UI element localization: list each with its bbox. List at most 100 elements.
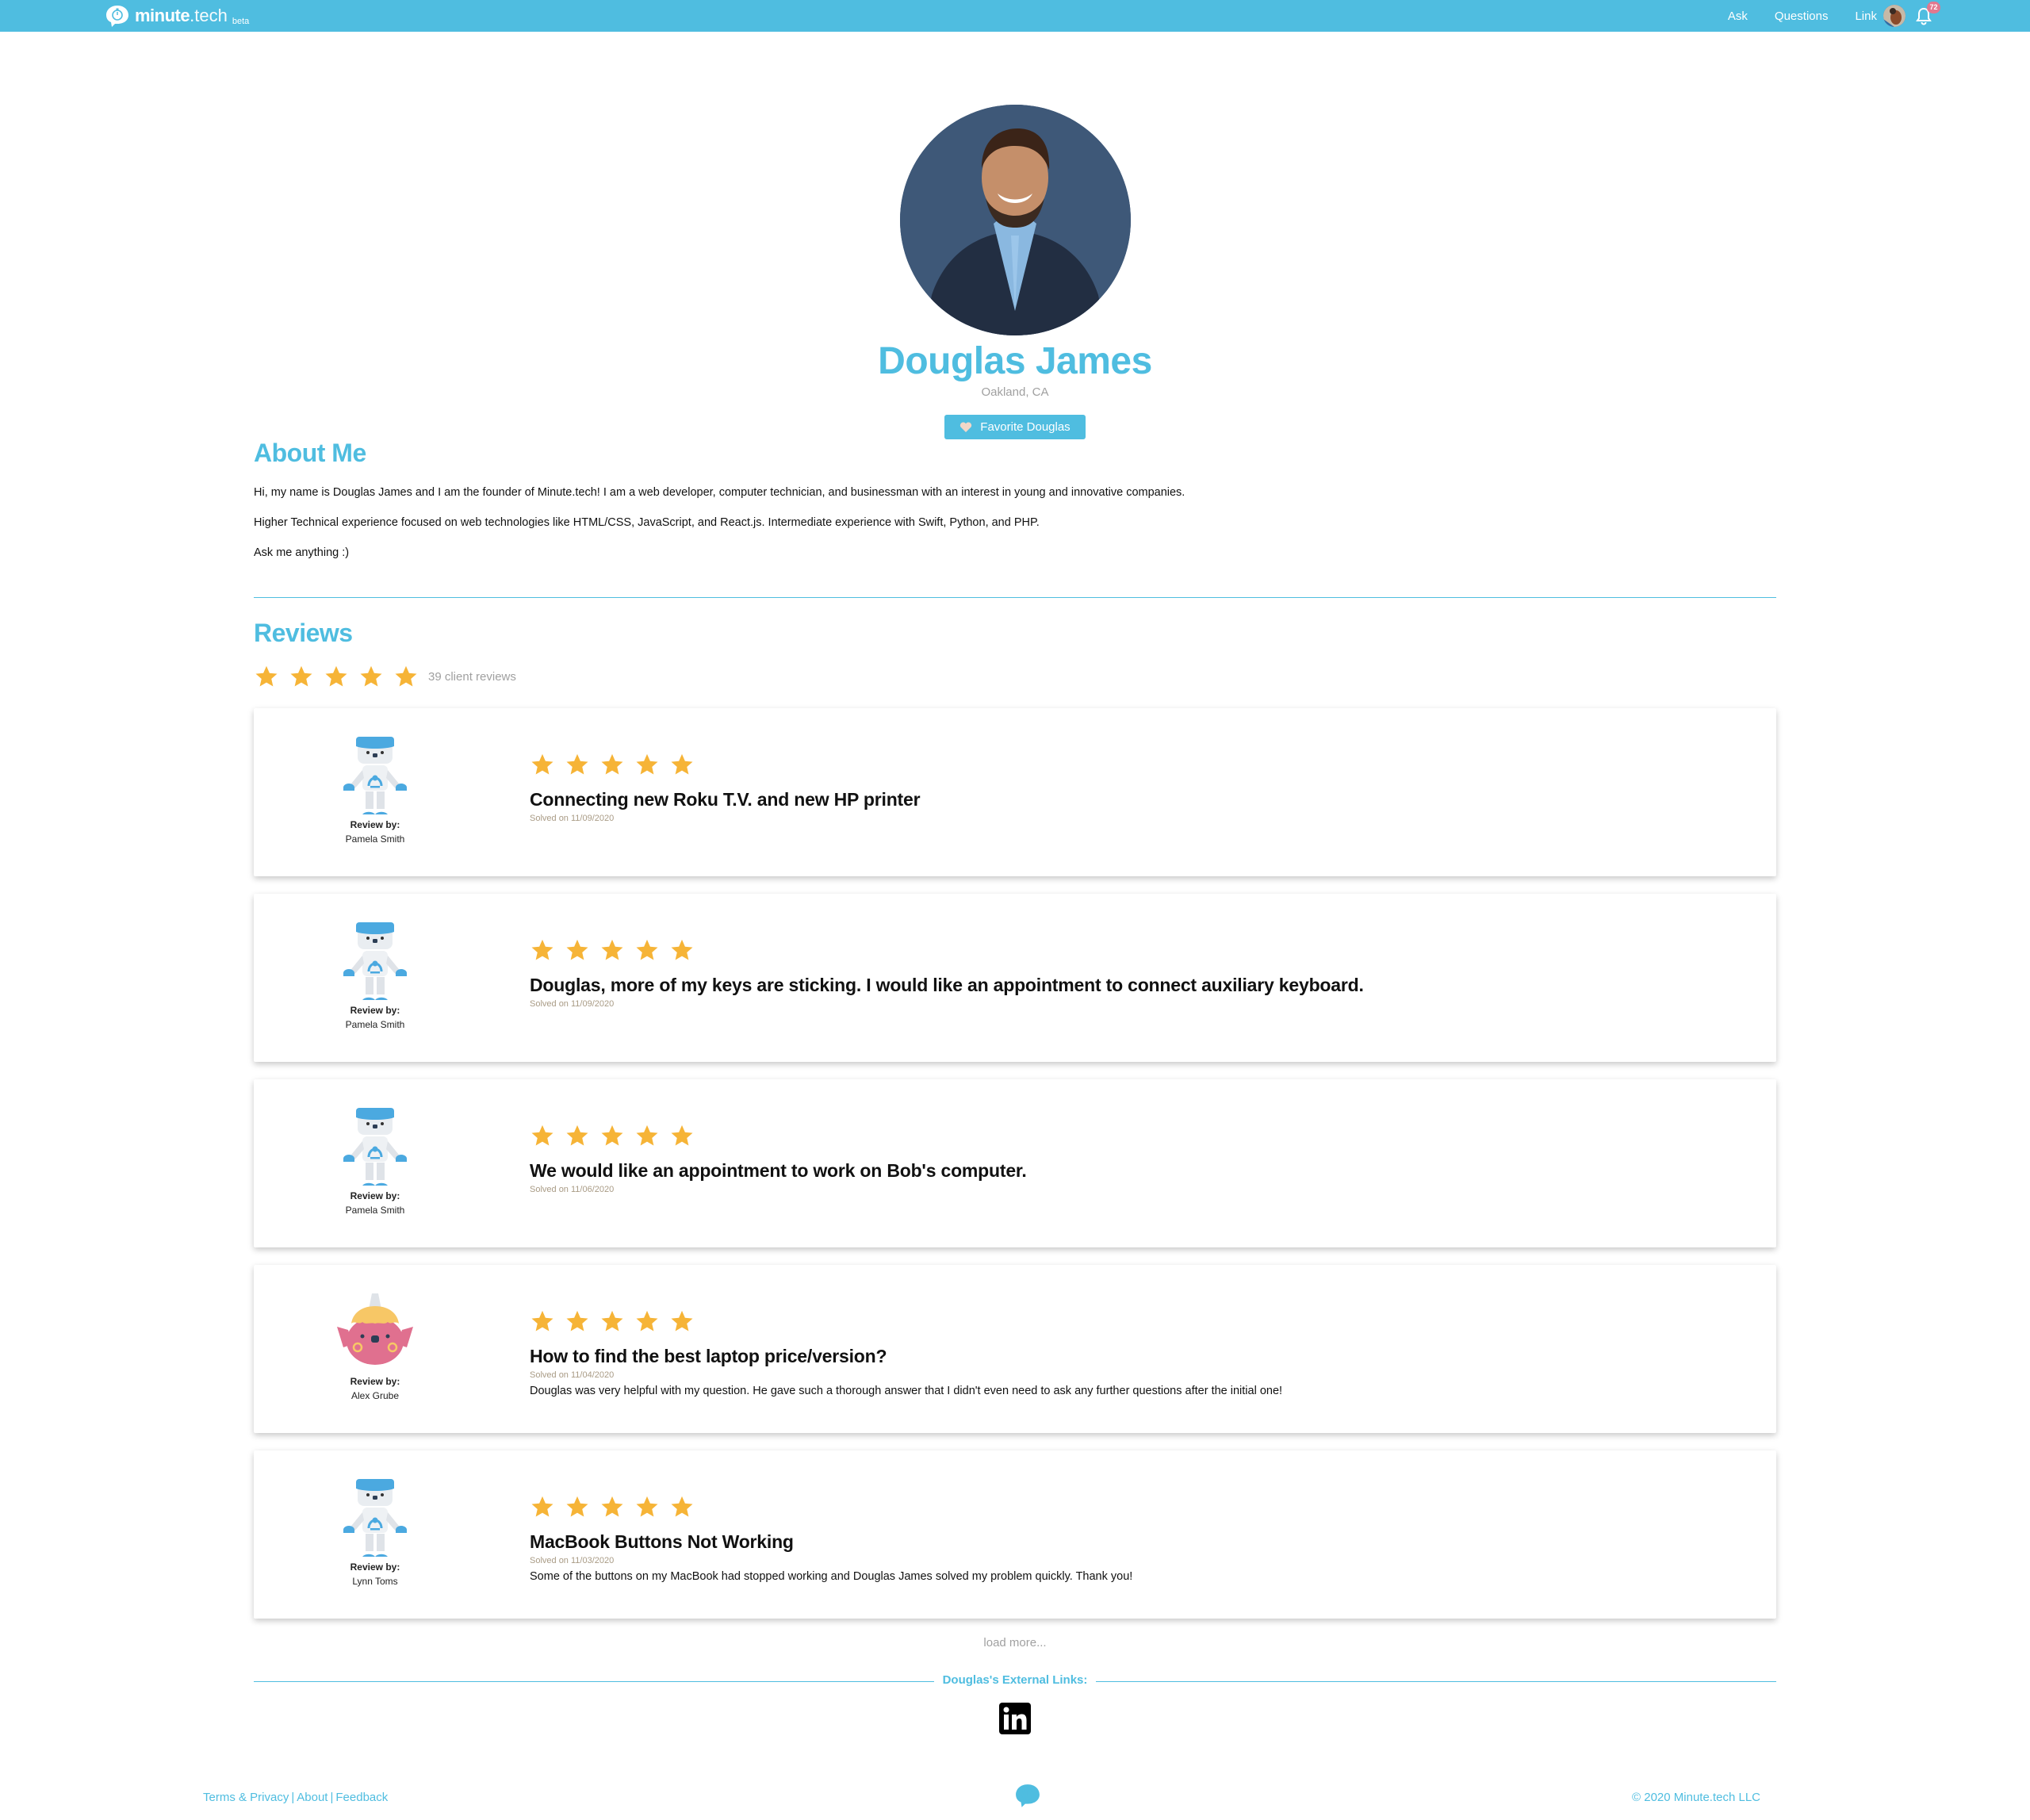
review-star-rating bbox=[530, 753, 1745, 778]
footer-separator: | bbox=[330, 1791, 334, 1804]
review-card[interactable]: Review by: Alex Grube How to find the be… bbox=[254, 1265, 1776, 1433]
review-card[interactable]: Review by: Pamela Smith Douglas, more of… bbox=[254, 894, 1776, 1062]
review-count: 39 client reviews bbox=[428, 669, 516, 684]
review-title[interactable]: We would like an appointment to work on … bbox=[530, 1160, 1745, 1182]
robot-avatar bbox=[335, 735, 415, 818]
review-by-label: Review by: bbox=[350, 1005, 400, 1016]
review-card[interactable]: Review by: Pamela Smith Connecting new R… bbox=[254, 708, 1776, 876]
robot-avatar bbox=[335, 1106, 415, 1189]
footer-terms-link[interactable]: Terms & Privacy bbox=[203, 1791, 289, 1804]
review-by-label: Review by: bbox=[350, 1376, 400, 1387]
review-title[interactable]: Douglas, more of my keys are sticking. I… bbox=[530, 975, 1745, 996]
star-icon bbox=[669, 753, 695, 776]
profile-photo bbox=[900, 105, 1131, 335]
external-links-heading: Douglas's External Links: bbox=[942, 1673, 1088, 1687]
review-date: Solved on 11/04/2020 bbox=[530, 1370, 615, 1380]
reviews-heading: Reviews bbox=[254, 619, 353, 647]
reviewer-name: Lynn Toms bbox=[352, 1576, 398, 1587]
footer-feedback-link[interactable]: Feedback bbox=[335, 1791, 388, 1804]
user-avatar-image bbox=[1883, 5, 1906, 27]
reviewer-name: Pamela Smith bbox=[345, 833, 405, 845]
star-icon bbox=[530, 938, 555, 962]
star-icon bbox=[634, 1309, 660, 1333]
notification-count-badge: 72 bbox=[1927, 2, 1940, 13]
reviewer-name: Pamela Smith bbox=[345, 1205, 405, 1216]
brain-stopwatch-icon bbox=[105, 4, 130, 28]
star-icon bbox=[393, 665, 419, 688]
review-date: Solved on 11/06/2020 bbox=[530, 1185, 615, 1194]
star-icon bbox=[669, 1309, 695, 1333]
footer-about-link[interactable]: About bbox=[297, 1791, 327, 1804]
star-icon bbox=[324, 665, 349, 688]
star-icon bbox=[634, 1495, 660, 1519]
brand-beta-tag: beta bbox=[232, 17, 250, 26]
review-body: Connecting new Roku T.V. and new HP prin… bbox=[530, 753, 1745, 823]
footer-logo-icon[interactable] bbox=[1013, 1783, 1042, 1808]
brand-logo-link[interactable]: minute .tech beta bbox=[105, 3, 249, 29]
star-icon bbox=[599, 1309, 625, 1333]
star-icon bbox=[530, 1124, 555, 1148]
robot-avatar bbox=[335, 921, 415, 1003]
reviewer-name: Pamela Smith bbox=[345, 1019, 405, 1030]
review-body: We would like an appointment to work on … bbox=[530, 1124, 1745, 1194]
reviewer: Review by: Pamela Smith bbox=[333, 921, 417, 1030]
profile-location: Oakland, CA bbox=[981, 385, 1049, 399]
footer-separator: | bbox=[291, 1791, 295, 1804]
about-heading: About Me bbox=[254, 439, 366, 467]
review-title[interactable]: MacBook Buttons Not Working bbox=[530, 1531, 1745, 1553]
review-star-rating bbox=[530, 1124, 1745, 1149]
profile-name: Douglas James bbox=[878, 340, 1152, 382]
profile-photo-image bbox=[900, 105, 1131, 335]
star-icon bbox=[634, 753, 660, 776]
review-card[interactable]: Review by: Lynn Toms MacBook Buttons Not… bbox=[254, 1450, 1776, 1619]
star-icon bbox=[565, 1495, 590, 1519]
heart-icon bbox=[960, 421, 972, 432]
review-title[interactable]: How to find the best laptop price/versio… bbox=[530, 1346, 1745, 1367]
review-body: MacBook Buttons Not Working Solved on 11… bbox=[530, 1495, 1745, 1583]
review-by-label: Review by: bbox=[350, 1561, 400, 1573]
reviewer: Review by: Alex Grube bbox=[333, 1292, 417, 1401]
review-star-rating bbox=[530, 1495, 1745, 1520]
linkedin-icon bbox=[999, 1703, 1031, 1734]
top-navbar: minute .tech beta Ask Questions Link 72 bbox=[0, 0, 2030, 32]
review-date: Solved on 11/09/2020 bbox=[530, 814, 615, 823]
review-body: Douglas, more of my keys are sticking. I… bbox=[530, 938, 1745, 1009]
favorite-button[interactable]: Favorite Douglas bbox=[944, 415, 1086, 439]
star-icon bbox=[565, 753, 590, 776]
nav-links: Ask Questions Link 72 bbox=[1728, 0, 2030, 32]
reviewer: Review by: Pamela Smith bbox=[333, 1106, 417, 1216]
star-icon bbox=[530, 1309, 555, 1333]
star-icon bbox=[358, 665, 384, 688]
about-paragraph: Hi, my name is Douglas James and I am th… bbox=[254, 486, 1185, 499]
star-icon bbox=[565, 1124, 590, 1148]
footer-links: Terms & Privacy | About | Feedback bbox=[203, 1791, 388, 1804]
review-star-rating bbox=[530, 938, 1745, 964]
user-avatar[interactable] bbox=[1883, 5, 1906, 27]
brand-name-light: .tech bbox=[190, 6, 228, 25]
review-title[interactable]: Connecting new Roku T.V. and new HP prin… bbox=[530, 789, 1745, 810]
load-more-link[interactable]: load more... bbox=[0, 1636, 2030, 1649]
review-star-rating bbox=[530, 1309, 1745, 1335]
nav-questions-link[interactable]: Questions bbox=[1775, 10, 1829, 23]
review-by-label: Review by: bbox=[350, 1190, 400, 1201]
nav-ask-link[interactable]: Ask bbox=[1728, 10, 1748, 23]
favorite-button-label: Favorite Douglas bbox=[980, 420, 1071, 434]
star-icon bbox=[599, 753, 625, 776]
pink-monster-avatar bbox=[335, 1292, 415, 1374]
star-icon bbox=[565, 1309, 590, 1333]
star-icon bbox=[254, 665, 279, 688]
star-icon bbox=[634, 1124, 660, 1148]
review-by-label: Review by: bbox=[350, 819, 400, 830]
review-card[interactable]: Review by: Pamela Smith We would like an… bbox=[254, 1079, 1776, 1247]
reviewer: Review by: Pamela Smith bbox=[333, 735, 417, 845]
linkedin-link[interactable] bbox=[999, 1703, 1031, 1734]
star-icon bbox=[669, 938, 695, 962]
nav-user-link[interactable]: Link bbox=[1855, 10, 1877, 23]
review-date: Solved on 11/03/2020 bbox=[530, 1556, 615, 1565]
star-icon bbox=[599, 1124, 625, 1148]
star-icon bbox=[669, 1495, 695, 1519]
star-icon bbox=[599, 938, 625, 962]
reviews-summary: 39 client reviews bbox=[254, 665, 516, 688]
brand-name-bold: minute bbox=[135, 6, 190, 25]
notifications-button[interactable]: 72 bbox=[1915, 2, 1940, 25]
